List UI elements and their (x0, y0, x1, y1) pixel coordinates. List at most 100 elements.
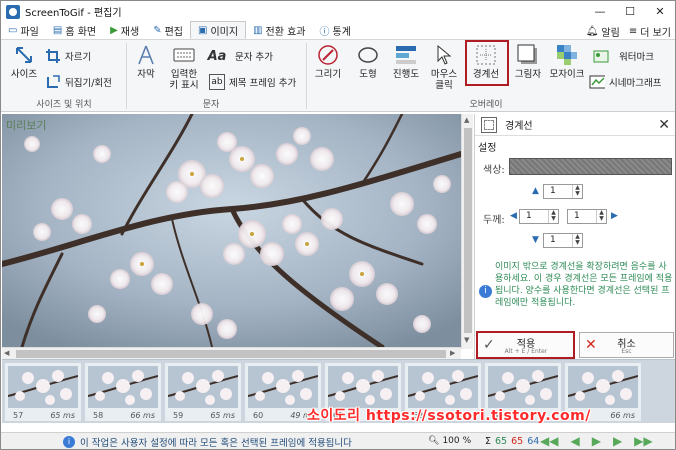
group-divider (306, 43, 307, 109)
ribbon-tabs: ▭ 파일 ▤ 홈 화면 ▶ 재생 ✎ 편집 ▣ 이미지 ▥ 전환 효과 ⓘ 통계 🔔︎ 알림 ≡… (1, 21, 675, 40)
info-icon: i (479, 285, 492, 298)
scroll-thumb[interactable] (16, 350, 446, 358)
current-frame: 64 (527, 436, 540, 447)
thickness-label: 두께: (483, 215, 505, 226)
frame-navigation: ◀◀ ◀ ▶ ▶ ▶▶ (540, 434, 653, 448)
tab-statistics[interactable]: ⓘ 통계 (313, 22, 358, 39)
editor-window: ScreenToGif - 편집기 — ☐ ✕ ▭ 파일 ▤ 홈 화면 ▶ 재생 ✎ 편… (0, 0, 676, 450)
preview-label: 미리보기 (6, 119, 47, 132)
obfuscate-button[interactable]: 모자이크 (547, 44, 587, 80)
scroll-up-icon[interactable]: ▲ (464, 116, 469, 124)
frame-thumbnail (8, 366, 78, 408)
scroll-thumb[interactable] (464, 128, 472, 333)
shadow-button[interactable]: 그림자 (511, 44, 545, 80)
frame-thumbnail (328, 366, 398, 408)
stepper-icon[interactable]: ▲ ▼ (548, 210, 558, 223)
title-frame-button[interactable]: ab 제목 프레임 추가 (209, 74, 296, 90)
image-icon: ▣ (198, 24, 208, 36)
rotate-icon (45, 74, 61, 90)
zoom-control[interactable]: 🔍︎ 100 % (428, 436, 471, 446)
window-title: ScreenToGif - 편집기 (25, 8, 122, 19)
panel-title: 경계선 (505, 121, 533, 132)
transition-icon: ▥ (253, 25, 263, 36)
progress-icon (395, 44, 417, 66)
free-text-button[interactable]: Aa 문자 추가 (207, 48, 273, 64)
zoom-icon: 🔍︎ (428, 436, 440, 446)
alerts-button[interactable]: 🔔︎ 알림 (586, 24, 620, 39)
stepper-icon[interactable]: ▲ ▼ (572, 185, 582, 198)
maximize-button[interactable]: ☐ (615, 1, 645, 22)
crop-button[interactable]: 자르기 (45, 48, 91, 64)
frame-thumbnail (408, 366, 478, 408)
mouse-clicks-button[interactable]: 마우스 클릭 (427, 44, 461, 91)
title-bar: ScreenToGif - 편집기 — ☐ ✕ (1, 1, 675, 22)
key-strokes-button[interactable]: 입력한 키 표시 (165, 44, 203, 91)
resize-icon (13, 44, 35, 66)
scroll-down-icon[interactable]: ▼ (464, 336, 469, 344)
home-icon: ▤ (52, 25, 63, 36)
blog-watermark: 소이도리 https://ssotori.tistory.com/ (307, 408, 591, 424)
ribbon-panel: 사이즈 자르기 뒤집기/회전 사이즈 및 위치 자막 입력한 키 표시 Aa 문… (1, 40, 675, 112)
tab-edit[interactable]: ✎ 편집 (146, 22, 190, 39)
play-icon: ▶ (110, 25, 118, 36)
border-button-highlight (465, 40, 509, 86)
preview-canvas[interactable] (2, 114, 461, 347)
horizontal-scrollbar[interactable]: ◀ ▶ (2, 347, 461, 359)
arrow-down-icon: ▼ (532, 235, 539, 245)
next-frame-icon[interactable]: ▶ (613, 434, 622, 448)
previous-frame-icon[interactable]: ◀ (570, 434, 579, 448)
scroll-right-icon[interactable]: ▶ (450, 349, 455, 357)
play-icon[interactable]: ▶ (592, 434, 601, 448)
stepper-icon[interactable]: ▲ ▼ (596, 210, 606, 223)
edit-icon: ✎ (153, 25, 162, 36)
color-picker[interactable] (509, 158, 672, 175)
sum-icon: Σ (485, 436, 492, 447)
zoom-unit: % (462, 436, 472, 446)
shapes-button[interactable]: 도형 (351, 44, 385, 80)
frame-item[interactable]: 57 65 ms (5, 363, 81, 421)
close-panel-icon[interactable]: ✕ (658, 117, 670, 133)
last-frame-icon[interactable]: ▶▶ (634, 434, 652, 448)
keyboard-icon (173, 44, 195, 66)
mosaic-icon (556, 44, 578, 66)
stepper-icon[interactable]: ▲ ▼ (572, 234, 582, 247)
flip-rotate-button[interactable]: 뒤집기/회전 (45, 74, 112, 90)
title-frame-icon: ab (209, 74, 225, 90)
tab-home[interactable]: ▤ 홈 화면 (46, 22, 103, 39)
thickness-left-field[interactable]: 1 ▲ ▼ (519, 209, 559, 224)
thickness-top-field[interactable]: 1 ▲ ▼ (543, 184, 583, 199)
zoom-value[interactable]: 100 (442, 436, 459, 446)
more-options-button[interactable]: ≡ 더 보기 (629, 24, 671, 39)
frame-item[interactable]: 59 65 ms (165, 363, 241, 421)
status-bar: i 이 작업은 사용자 설정에 따라 모든 혹은 선택된 프레임에 적용됩니다 … (1, 432, 675, 449)
caption-icon (135, 44, 157, 66)
progress-button[interactable]: 진행도 (389, 44, 423, 80)
cancel-button[interactable]: ✕ 취소 Esc (579, 332, 674, 358)
text-aa-icon: Aa (207, 48, 227, 64)
caption-button[interactable]: 자막 (131, 44, 161, 80)
frame-item[interactable]: 58 66 ms (85, 363, 161, 421)
cinemagraph-button[interactable]: 시네마그래프 (589, 74, 661, 90)
tab-file[interactable]: ▭ 파일 (1, 22, 46, 39)
watermark-icon (593, 48, 609, 64)
thickness-right-field[interactable]: 1 ▲ ▼ (567, 209, 607, 224)
scroll-left-icon[interactable]: ◀ (4, 349, 9, 357)
free-drawing-button[interactable]: 그리기 (311, 44, 345, 80)
resize-button[interactable]: 사이즈 (7, 44, 41, 80)
frame-thumbnail (168, 366, 238, 408)
tab-image[interactable]: ▣ 이미지 (190, 21, 247, 39)
frame-thumbnail (488, 366, 558, 408)
first-frame-icon[interactable]: ◀◀ (540, 434, 558, 448)
watermark-button[interactable]: 워터마크 (593, 48, 654, 64)
brush-icon (317, 44, 339, 66)
tab-transitions[interactable]: ▥ 전환 효과 (246, 22, 312, 39)
vertical-scrollbar[interactable]: ▲ ▼ (461, 114, 473, 349)
cursor-icon (433, 44, 455, 66)
thickness-bottom-field[interactable]: 1 ▲ ▼ (543, 233, 583, 248)
bell-icon: 🔔︎ (585, 25, 599, 37)
minimize-button[interactable]: — (585, 1, 615, 22)
info-icon: ⓘ (319, 27, 330, 38)
tab-playback[interactable]: ▶ 재생 (103, 22, 146, 39)
close-button[interactable]: ✕ (645, 1, 675, 22)
ellipse-icon (357, 44, 379, 66)
